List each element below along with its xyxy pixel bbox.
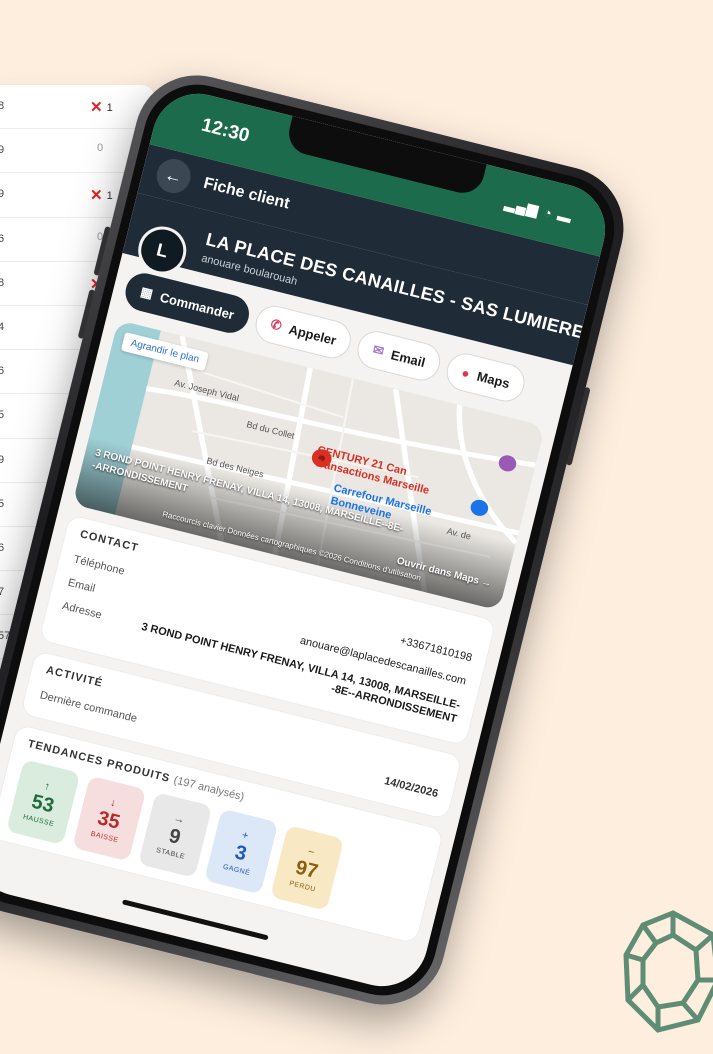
appeler-button[interactable]: ✆ Appeler: [251, 301, 356, 363]
address-label: Adresse: [60, 600, 103, 622]
tile-label: STABLE: [155, 846, 186, 861]
maps-button[interactable]: ● Maps: [442, 349, 529, 406]
table-cell-value: 0: [97, 142, 104, 155]
notch: [284, 116, 487, 198]
back-button[interactable]: ←: [152, 155, 195, 197]
last-order-value: 14/02/2026: [382, 775, 440, 801]
tile-value: 53: [29, 790, 57, 817]
table-cell-count: 6: [0, 541, 5, 554]
page-title: Fiche client: [201, 174, 292, 213]
home-indicator[interactable]: [121, 899, 269, 941]
geometric-logo-icon: [623, 910, 713, 1033]
email-button[interactable]: ✉ Email: [353, 327, 445, 385]
table-cell-status: ✕1: [90, 98, 113, 116]
tile-label: GAGNÉ: [222, 863, 251, 877]
status-time: 12:30: [199, 114, 252, 147]
trend-tile-gagne[interactable]: + 3 GAGNÉ: [204, 808, 279, 895]
email-label: Email: [66, 576, 97, 596]
table-cell-count: 5: [0, 409, 5, 422]
trend-tile-stable[interactable]: → 9 STABLE: [138, 792, 213, 878]
cross-icon: ✕: [90, 99, 103, 116]
table-cell-count: 8: [0, 276, 5, 289]
phone-icon: ✆: [269, 316, 284, 334]
table-cell-status: 0: [97, 142, 103, 154]
table-cell-status: ✕1: [90, 186, 113, 204]
table-row: 8 ✕1: [0, 85, 155, 130]
table-cell-count: 7: [0, 586, 5, 599]
appeler-label: Appeler: [287, 321, 338, 348]
mail-icon: ✉: [371, 341, 386, 359]
back-arrow-icon: ←: [162, 163, 185, 188]
map-pin-icon: ●: [460, 364, 472, 381]
table-cell-value: 1: [106, 102, 113, 114]
tile-value: 35: [95, 806, 123, 834]
tile-value: 3: [232, 840, 249, 865]
trend-tile-baisse[interactable]: ↓ 35 BAISSE: [72, 775, 147, 862]
trend-tile-perdu[interactable]: − 97 PERDU: [270, 824, 345, 911]
status-icons: ▂▄▆ ◔ ▬: [503, 194, 575, 227]
table-cell-count: 9: [0, 188, 5, 201]
table-cell-count: 6: [0, 365, 5, 378]
table-cell-count: 4: [0, 320, 5, 333]
table-cell-count: 9: [0, 453, 5, 466]
table-cell-count: 6: [0, 232, 5, 245]
trend-tile-hausse[interactable]: ↑ 53 HAUSSE: [6, 759, 81, 846]
tile-value: 9: [166, 824, 183, 849]
cross-icon: ✕: [90, 187, 103, 205]
table-cell-count: 9: [0, 144, 5, 157]
email-label: Email: [389, 346, 427, 370]
table-cell-value: 1: [106, 190, 113, 203]
table-cell-count: 8: [0, 100, 5, 112]
maps-label: Maps: [475, 368, 512, 391]
table-cell-count: 5: [0, 497, 5, 510]
tile-value: 97: [293, 855, 321, 883]
commander-label: Commander: [158, 289, 236, 323]
cart-icon: ▦: [138, 283, 155, 302]
